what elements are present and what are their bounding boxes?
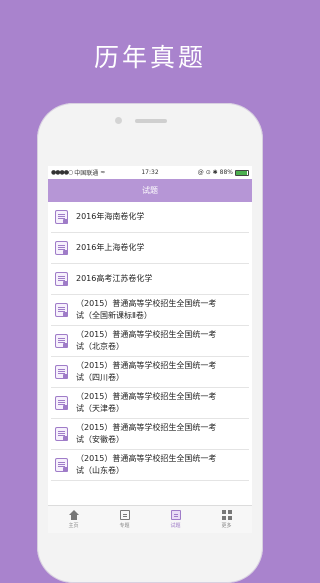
list-item[interactable]: （2015）普通高等学校招生全国统一考 试（四川卷） xyxy=(51,357,249,388)
headline: 历年真题 xyxy=(93,43,206,72)
tab-bar: 主页 专题 试题 更多 xyxy=(48,505,252,533)
status-bar: ●●●●○ 中国联通 ≈ 17:32 @ ⊙ ✱ 88% xyxy=(48,166,252,179)
title-line-1: （2015）普通高等学校招生全国统一考 xyxy=(76,423,217,432)
app-screen: ●●●●○ 中国联通 ≈ 17:32 @ ⊙ ✱ 88% 试题 2016年海南卷… xyxy=(48,166,252,533)
document-icon xyxy=(55,272,68,286)
list-item[interactable]: （2015）普通高等学校招生全国统一考 试（全国新课标Ⅱ卷） xyxy=(51,295,249,326)
document-icon xyxy=(55,396,68,410)
title-line-1: （2015）普通高等学校招生全国统一考 xyxy=(76,299,217,308)
title-line-2: 试（四川卷） xyxy=(76,373,124,382)
clock: 17:32 xyxy=(141,169,159,176)
title-line-2: 试（安徽卷） xyxy=(76,435,124,444)
battery-percent: 88% xyxy=(219,169,233,176)
list-item[interactable]: （2015）普通高等学校招生全国统一考 试（天津卷） xyxy=(51,388,249,419)
battery-icon xyxy=(235,169,249,176)
title-line-2: 试（全国新课标Ⅱ卷） xyxy=(76,311,152,320)
document-icon xyxy=(55,241,68,255)
list-item[interactable]: （2015）普通高等学校招生全国统一考 试（山东卷） xyxy=(51,450,249,481)
nav-title: 试题 xyxy=(142,186,158,195)
tab-label: 试题 xyxy=(170,523,181,529)
list-item[interactable]: （2015）普通高等学校招生全国统一考 试（北京卷） xyxy=(51,326,249,357)
list-item-title: 2016年上海卷化学 xyxy=(76,243,145,252)
carrier-label: 中国联通 xyxy=(74,170,99,177)
list-item-title: （2015）普通高等学校招生全国统一考 试（安徽卷） xyxy=(76,422,216,446)
title-line-2: 试（天津卷） xyxy=(76,404,124,413)
tab-label: 主页 xyxy=(68,523,79,529)
tab-label: 更多 xyxy=(221,523,232,529)
list-item-title: 2016年海南卷化学 xyxy=(76,212,145,221)
list-item-title: （2015）普通高等学校招生全国统一考 试（四川卷） xyxy=(76,360,216,384)
tab-more[interactable]: 更多 xyxy=(201,506,252,533)
title-line-1: （2015）普通高等学校招生全国统一考 xyxy=(76,454,217,463)
list-item-title: （2015）普通高等学校招生全国统一考 试（天津卷） xyxy=(76,391,216,415)
tab-home[interactable]: 主页 xyxy=(48,506,99,533)
document-icon xyxy=(55,210,68,224)
document-icon xyxy=(55,303,68,317)
list-item-title: （2015）普通高等学校招生全国统一考 试（山东卷） xyxy=(76,453,216,477)
document-icon xyxy=(55,365,68,379)
topic-icon xyxy=(119,510,130,520)
document-icon xyxy=(55,334,68,348)
title-line-1: （2015）普通高等学校招生全国统一考 xyxy=(76,392,217,401)
list-item-title: （2015）普通高等学校招生全国统一考 试（北京卷） xyxy=(76,329,216,353)
title-line-2: 试（山东卷） xyxy=(76,466,124,475)
list-item[interactable]: 2016年海南卷化学 xyxy=(51,202,249,233)
title-line-1: （2015）普通高等学校招生全国统一考 xyxy=(76,361,217,370)
tab-exams[interactable]: 试题 xyxy=(150,506,201,533)
wifi-icon: ≈ xyxy=(100,169,106,176)
title-line-2: 试（北京卷） xyxy=(76,342,124,351)
list-item-title: （2015）普通高等学校招生全国统一考 试（全国新课标Ⅱ卷） xyxy=(76,298,216,322)
list-item[interactable]: （2015）普通高等学校招生全国统一考 试（安徽卷） xyxy=(51,419,249,450)
list-item[interactable]: 2016年上海卷化学 xyxy=(51,233,249,264)
title-line-1: （2015）普通高等学校招生全国统一考 xyxy=(76,330,217,339)
tab-topics[interactable]: 专题 xyxy=(99,506,150,533)
nav-bar: 试题 xyxy=(48,179,252,202)
home-icon xyxy=(68,510,79,520)
tab-label: 专题 xyxy=(119,523,130,529)
exam-list: 2016年海南卷化学 2016年上海卷化学 2016高考江苏卷化学 （2015）… xyxy=(48,202,252,481)
list-item-title: 2016高考江苏卷化学 xyxy=(76,274,153,283)
earpiece-speaker xyxy=(135,119,167,123)
more-icon xyxy=(221,510,232,520)
front-camera xyxy=(115,117,122,124)
battery-fill xyxy=(236,170,247,175)
document-icon xyxy=(55,427,68,441)
status-indicators: @ ⊙ ✱ xyxy=(197,169,218,176)
list-item[interactable]: 2016高考江苏卷化学 xyxy=(51,264,249,295)
document-icon xyxy=(55,458,68,472)
signal-icon: ●●●●○ xyxy=(51,169,73,176)
exam-icon xyxy=(170,510,181,520)
